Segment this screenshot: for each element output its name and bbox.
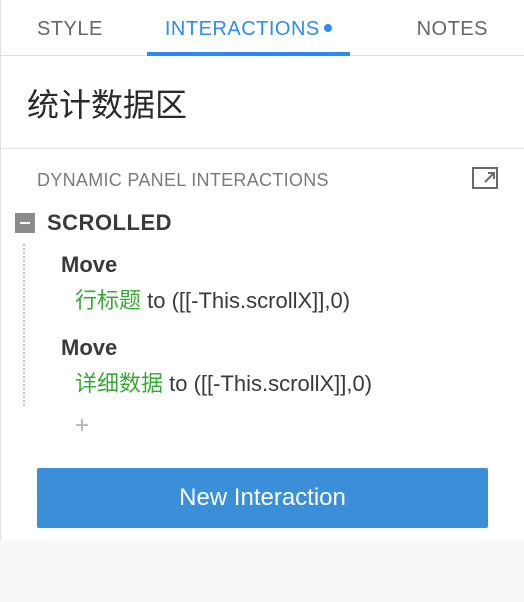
new-interaction-button[interactable]: New Interaction <box>37 468 488 528</box>
section-header: DYNAMIC PANEL INTERACTIONS <box>1 149 524 206</box>
action-item[interactable]: Move 详细数据 to ([[-This.scrollX]],0) <box>23 327 524 410</box>
minus-icon <box>20 222 30 224</box>
event-row[interactable]: SCROLLED <box>1 206 524 244</box>
actions-list: Move 行标题 to ([[-This.scrollX]],0) Move 详… <box>23 244 524 442</box>
button-row: New Interaction <box>1 442 524 540</box>
tab-notes[interactable]: NOTES <box>399 0 506 55</box>
action-target: 详细数据 <box>75 371 163 396</box>
action-params: to ([[-This.scrollX]],0) <box>147 288 350 313</box>
indicator-dot-icon <box>324 24 332 32</box>
action-params: to ([[-This.scrollX]],0) <box>169 371 372 396</box>
tab-label: INTERACTIONS <box>165 18 320 40</box>
action-target: 行标题 <box>75 288 141 313</box>
tree-line <box>23 244 25 406</box>
popout-icon[interactable] <box>472 167 498 194</box>
tabs-bar: STYLE INTERACTIONS NOTES <box>1 0 524 56</box>
add-action-button[interactable]: + <box>23 410 524 442</box>
action-detail: 详细数据 to ([[-This.scrollX]],0) <box>61 369 498 400</box>
tab-interactions[interactable]: INTERACTIONS <box>147 0 350 55</box>
widget-title: 统计数据区 <box>27 80 498 126</box>
action-detail: 行标题 to ([[-This.scrollX]],0) <box>61 286 498 317</box>
title-section: 统计数据区 <box>1 56 524 149</box>
action-item[interactable]: Move 行标题 to ([[-This.scrollX]],0) <box>23 244 524 327</box>
action-type: Move <box>61 252 498 278</box>
tab-style[interactable]: STYLE <box>19 0 121 55</box>
action-type: Move <box>61 335 498 361</box>
event-name: SCROLLED <box>47 210 172 236</box>
section-label: DYNAMIC PANEL INTERACTIONS <box>37 170 329 191</box>
collapse-button[interactable] <box>15 213 35 233</box>
